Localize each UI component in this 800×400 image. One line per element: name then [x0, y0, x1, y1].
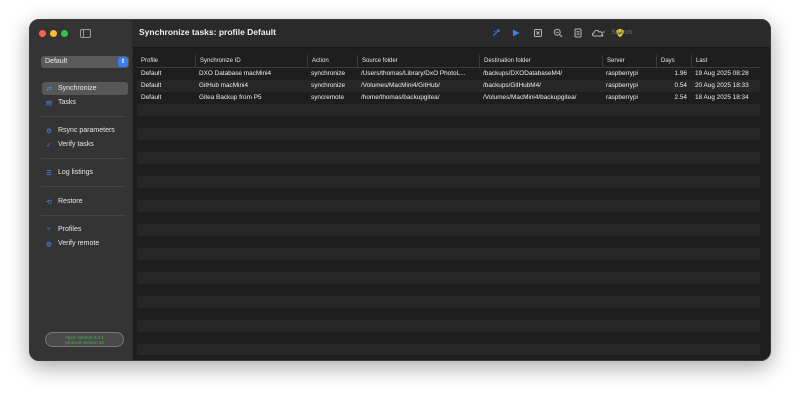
sidebar-item-label: Rsync parameters [58, 127, 115, 134]
empty-row [137, 104, 760, 116]
column-header-action[interactable]: Action [307, 55, 357, 67]
close-window-button[interactable] [39, 30, 46, 37]
cell-source-folder: /home/thomas/backupgitea/ [361, 94, 440, 101]
cell-profile: Default [141, 94, 162, 101]
column-header-source-folder[interactable]: Source folder [357, 55, 479, 67]
profile-select-value: Default [45, 58, 68, 65]
estimate-icon[interactable] [491, 28, 501, 38]
empty-row [137, 176, 760, 188]
cell-synchronize-id: GitHub macMini4 [199, 82, 249, 89]
search-icon: ⌕ [602, 29, 606, 36]
sidebar-toggle-icon[interactable] [80, 29, 91, 38]
sidebar-divider [41, 215, 126, 216]
cell-destination-folder: /Volumes/MacMini4/backupgitea/ [483, 94, 577, 101]
tasks-table: Profile Synchronize ID Action Source fol… [137, 55, 760, 355]
app-window: Default ⇕ ⇄ Synchronize ▤ Tasks ⚙ Rsync … [29, 19, 771, 361]
empty-row [137, 248, 760, 260]
cell-synchronize-id: DXO Database macMini4 [199, 70, 272, 77]
list-icon: ☰ [46, 169, 52, 177]
cell-profile: Default [141, 70, 162, 77]
table-row[interactable]: Default Gitea Backup from P5 syncremote … [137, 92, 760, 104]
cell-server: raspberrypi [606, 94, 638, 101]
rsync-version-badge[interactable]: rsync version 3.4.1 protocol version 32 [45, 332, 124, 347]
empty-row [137, 344, 760, 355]
empty-row [137, 296, 760, 308]
restore-icon: ⟲ [46, 198, 52, 206]
cell-days: 0.54 [674, 82, 687, 89]
cell-last: 19 Aug 2025 08:28 [695, 70, 749, 77]
column-header-destination-folder[interactable]: Destination folder [479, 55, 602, 67]
cell-profile: Default [141, 82, 162, 89]
sidebar-item-label: Profiles [58, 226, 82, 233]
profile-select[interactable]: Default ⇕ [41, 56, 129, 68]
empty-row [137, 272, 760, 284]
sync-icon: ⇄ [46, 85, 52, 93]
thumbs-up-icon: ✓ [46, 141, 52, 149]
column-header-server[interactable]: Server [602, 55, 656, 67]
cell-days: 2.54 [674, 94, 687, 101]
cell-last: 20 Aug 2025 18:33 [695, 82, 749, 89]
gear-icon: ⚙ [46, 127, 52, 135]
cell-source-folder: /Users/thomas/Library/DxO PhotoL... [361, 70, 466, 77]
sidebar-item-verify-tasks[interactable]: ✓ Verify tasks [42, 138, 128, 151]
column-header-synchronize-id[interactable]: Synchronize ID [195, 55, 307, 67]
sidebar-item-label: Verify tasks [58, 141, 94, 148]
table-row[interactable]: Default GitHub macMini4 synchronize /Vol… [137, 80, 760, 92]
sidebar-item-verify-remote[interactable]: ◍ Verify remote [42, 237, 128, 250]
cell-source-folder: /Volumes/MacMini4/GitHub/ [361, 82, 440, 89]
toolbar: Synchronize tasks: profile Default ⌕ Sea… [133, 20, 770, 48]
zoom-window-button[interactable] [61, 30, 68, 37]
sidebar-divider [41, 116, 126, 117]
empty-row [137, 128, 760, 140]
sidebar: Default ⇕ ⇄ Synchronize ▤ Tasks ⚙ Rsync … [30, 20, 133, 360]
column-header-profile[interactable]: Profile [137, 55, 195, 67]
protocol-version-text: protocol version 32 [65, 340, 104, 345]
cell-server: raspberrypi [606, 82, 638, 89]
cell-synchronize-id: Gitea Backup from P5 [199, 94, 262, 101]
zoom-icon[interactable] [553, 28, 563, 38]
empty-row [137, 320, 760, 332]
minimize-window-button[interactable] [50, 30, 57, 37]
window-controls [39, 30, 68, 37]
globe-icon: ◍ [46, 240, 52, 248]
sidebar-item-restore[interactable]: ⟲ Restore [42, 195, 128, 208]
sidebar-item-log-listings[interactable]: ☰ Log listings [42, 166, 128, 179]
search-placeholder: Search [611, 29, 633, 36]
sidebar-item-tasks[interactable]: ▤ Tasks [42, 96, 128, 109]
empty-row [137, 152, 760, 164]
cell-destination-folder: /backups/DXODatabaseM4/ [483, 70, 563, 77]
cell-destination-folder: /backups/GitHubM4/ [483, 82, 541, 89]
window-title: Synchronize tasks: profile Default [139, 27, 276, 37]
table-header: Profile Synchronize ID Action Source fol… [137, 55, 760, 68]
sidebar-divider [41, 158, 126, 159]
cell-action: synchronize [311, 82, 346, 89]
cell-action: synchronize [311, 70, 346, 77]
cell-server: raspberrypi [606, 70, 638, 77]
column-header-days[interactable]: Days [656, 55, 691, 67]
cell-last: 18 Aug 2025 18:34 [695, 94, 749, 101]
play-icon[interactable] [511, 28, 521, 38]
sidebar-item-synchronize[interactable]: ⇄ Synchronize [42, 82, 128, 95]
search-field[interactable]: ⌕ Search [602, 26, 712, 40]
stop-icon[interactable] [533, 28, 543, 38]
cell-action: syncremote [311, 94, 345, 101]
table-row[interactable]: Default DXO Database macMini4 synchroniz… [137, 68, 760, 80]
cell-days: 1.96 [674, 70, 687, 77]
sidebar-item-label: Verify remote [58, 240, 100, 247]
empty-row [137, 224, 760, 236]
sidebar-item-label: Synchronize [58, 85, 97, 92]
sidebar-item-profiles[interactable]: ⑂ Profiles [42, 223, 128, 236]
notes-icon[interactable] [573, 28, 583, 38]
sidebar-item-label: Restore [58, 198, 83, 205]
updown-chevron-icon: ⇕ [118, 57, 128, 67]
sidebar-item-label: Log listings [58, 169, 94, 176]
sidebar-divider [41, 186, 126, 187]
sidebar-item-label: Tasks [58, 99, 76, 106]
fork-icon: ⑂ [47, 226, 51, 233]
column-header-last[interactable]: Last [691, 55, 760, 67]
sidebar-item-rsync-parameters[interactable]: ⚙ Rsync parameters [42, 124, 128, 137]
tasks-icon: ▤ [45, 99, 53, 107]
empty-row [137, 200, 760, 212]
